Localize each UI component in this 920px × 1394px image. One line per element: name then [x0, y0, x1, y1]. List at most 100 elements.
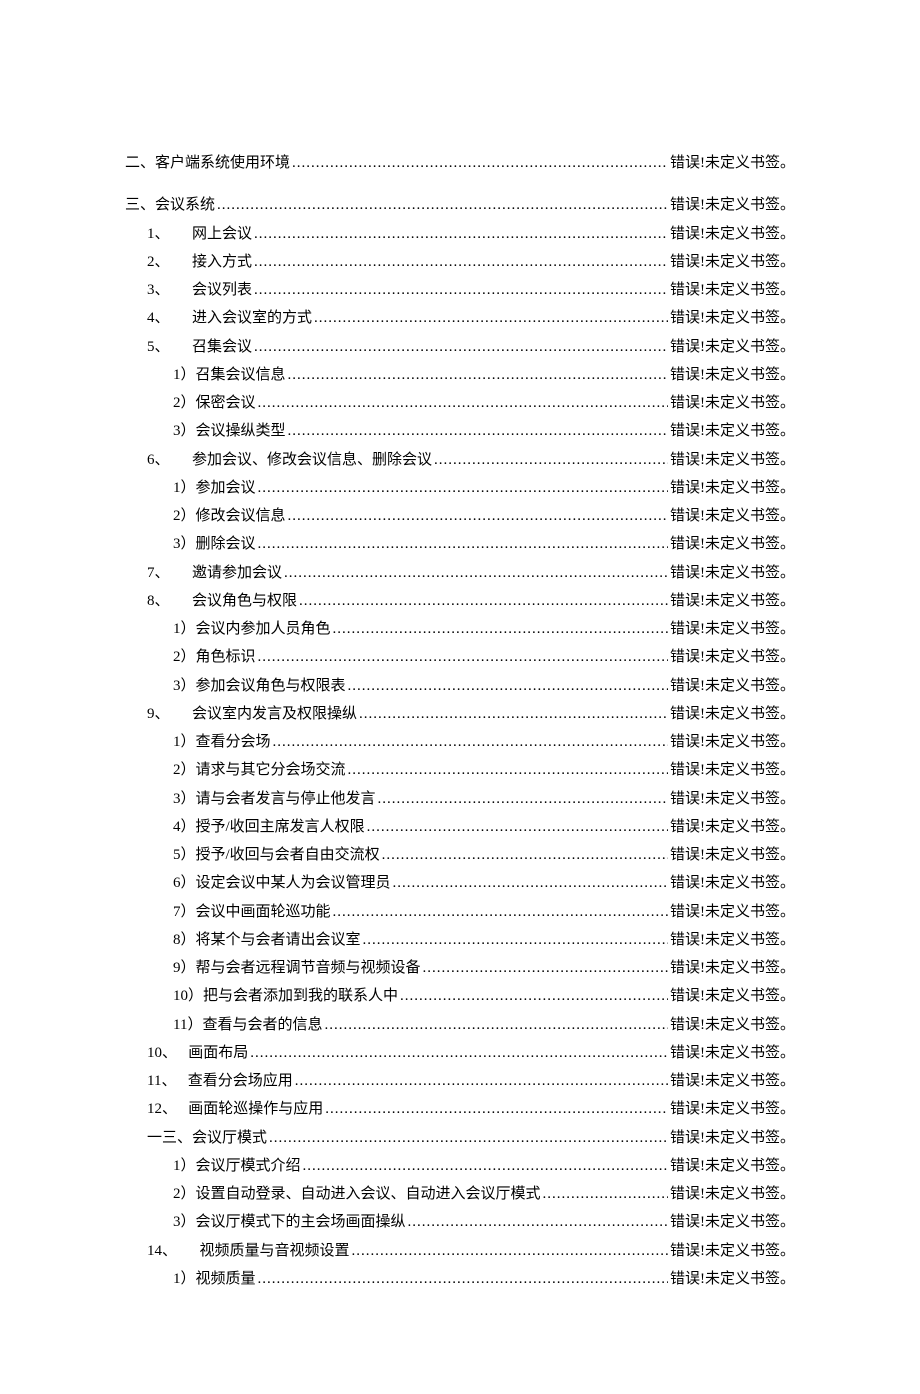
toc-page-ref: 错误!未定义书签。	[670, 701, 795, 727]
toc-row[interactable]: 6）设定会议中某人为会议管理员错误!未定义书签。	[125, 870, 795, 896]
toc-label: 5、 召集会议	[147, 334, 252, 360]
toc-label: 4）授予/收回主席发言人权限	[173, 814, 365, 840]
toc-label: 一三、会议厅模式	[147, 1125, 267, 1151]
toc-row[interactable]: 1）参加会议 错误!未定义书签。	[125, 475, 795, 501]
toc-label: 二、客户端系统使用环境	[125, 150, 290, 176]
toc-row[interactable]: 1）召集会议信息错误!未定义书签。	[125, 362, 795, 388]
toc-row[interactable]: 1、 网上会议 错误!未定义书签。	[125, 221, 795, 247]
toc-leader-dots	[258, 1266, 668, 1292]
toc-row[interactable]: 4、 进入会议室的方式 错误!未定义书签。	[125, 305, 795, 331]
toc-row[interactable]: 2）设置自动登录、自动进入会议、自动进入会议厅模式错误!未定义书签。	[125, 1181, 795, 1207]
toc-leader-dots	[258, 531, 668, 557]
toc-page-ref: 错误!未定义书签。	[670, 1153, 795, 1179]
toc-row[interactable]: 9）帮与会者远程调节音频与视频设备错误!未定义书签。	[125, 955, 795, 981]
toc-leader-dots	[363, 927, 668, 953]
toc-row[interactable]: 2、 接入方式 错误!未定义书签。	[125, 249, 795, 275]
toc-row[interactable]: 7）会议中画面轮巡功能错误!未定义书签。	[125, 899, 795, 925]
toc-row[interactable]: 1）查看分会场错误!未定义书签。	[125, 729, 795, 755]
toc-row[interactable]: 11、 查看分会场应用 错误!未定义书签。	[125, 1068, 795, 1094]
toc-row[interactable]: 3）请与会者发言与停止他发言错误!未定义书签。	[125, 786, 795, 812]
toc-leader-dots	[333, 899, 668, 925]
toc-row[interactable]: 3）参加会议角色与权限表错误!未定义书签。	[125, 673, 795, 699]
toc-row[interactable]: 9、 会议室内发言及权限操纵 错误!未定义书签。	[125, 701, 795, 727]
toc-leader-dots	[333, 616, 668, 642]
toc-page-ref: 错误!未定义书签。	[670, 644, 795, 670]
toc-leader-dots	[292, 150, 668, 176]
toc-leader-dots	[324, 1012, 668, 1038]
toc-label: 2）角色标识	[173, 644, 256, 670]
toc-label: 1）会议内参加人员角色	[173, 616, 331, 642]
toc-page-ref: 错误!未定义书签。	[670, 1125, 795, 1151]
toc-leader-dots	[382, 842, 668, 868]
toc-page-ref: 错误!未定义书签。	[670, 814, 795, 840]
toc-row[interactable]: 7、 邀请参加会议 错误!未定义书签。	[125, 560, 795, 586]
toc-row[interactable]: 11）查看与会者的信息错误!未定义书签。	[125, 1012, 795, 1038]
toc-row[interactable]: 14、 视频质量与音视频设置 错误!未定义书签。	[125, 1238, 795, 1264]
toc-leader-dots	[288, 362, 668, 388]
toc-leader-dots	[254, 221, 668, 247]
toc-label: 2）修改会议信息	[173, 503, 286, 529]
toc-leader-dots	[543, 1181, 668, 1207]
toc-row[interactable]: 10）把与会者添加到我的联系人中错误!未定义书签。	[125, 983, 795, 1009]
toc-page-ref: 错误!未定义书签。	[670, 616, 795, 642]
toc-row[interactable]: 3）会议厅模式下的主会场画面操纵错误!未定义书签。	[125, 1209, 795, 1235]
toc-label: 1）召集会议信息	[173, 362, 286, 388]
toc-row[interactable]: 10、 画面布局 错误!未定义书签。	[125, 1040, 795, 1066]
toc-page-ref: 错误!未定义书签。	[670, 729, 795, 755]
toc-leader-dots	[367, 814, 668, 840]
toc-label: 11）查看与会者的信息	[173, 1012, 322, 1038]
toc-row[interactable]: 4）授予/收回主席发言人权限 错误!未定义书签。	[125, 814, 795, 840]
toc-label: 7、 邀请参加会议	[147, 560, 282, 586]
toc-row[interactable]: 2）修改会议信息错误!未定义书签。	[125, 503, 795, 529]
toc-leader-dots	[250, 1040, 668, 1066]
toc-page-ref: 错误!未定义书签。	[670, 334, 795, 360]
toc-row[interactable]: 1）视频质量错误!未定义书签。	[125, 1266, 795, 1292]
toc-row[interactable]: 6、 参加会议、修改会议信息、删除会议 错误!未定义书签。	[125, 447, 795, 473]
toc-row[interactable]: 3）会议操纵类型错误!未定义书签。	[125, 418, 795, 444]
toc-leader-dots	[299, 588, 668, 614]
toc-row[interactable]: 5、 召集会议 错误!未定义书签。	[125, 334, 795, 360]
toc-row[interactable]: 2）请求与其它分会场交流错误!未定义书签。	[125, 757, 795, 783]
toc-page-ref: 错误!未定义书签。	[670, 150, 795, 176]
toc-row[interactable]: 3、 会议列表 错误!未定义书签。	[125, 277, 795, 303]
toc-page-ref: 错误!未定义书签。	[670, 588, 795, 614]
toc-row[interactable]: 1）会议内参加人员角色 错误!未定义书签。	[125, 616, 795, 642]
toc-page-ref: 错误!未定义书签。	[670, 1266, 795, 1292]
toc-page-ref: 错误!未定义书签。	[670, 475, 795, 501]
toc-row[interactable]: 12、 画面轮巡操作与应用 错误!未定义书签。	[125, 1096, 795, 1122]
toc-label: 11、 查看分会场应用	[147, 1068, 293, 1094]
toc-leader-dots	[303, 1153, 668, 1179]
toc-leader-dots	[217, 192, 668, 218]
toc-row[interactable]: 8、 会议角色与权限 错误!未定义书签。	[125, 588, 795, 614]
toc-label: 10、 画面布局	[147, 1040, 248, 1066]
toc-leader-dots	[378, 786, 668, 812]
toc-label: 2）保密会议	[173, 390, 256, 416]
toc-page-ref: 错误!未定义书签。	[670, 390, 795, 416]
toc-leader-dots	[400, 983, 668, 1009]
toc-row[interactable]: 8）将某个与会者请出会议室错误!未定义书签。	[125, 927, 795, 953]
toc-page-ref: 错误!未定义书签。	[670, 955, 795, 981]
toc-page-ref: 错误!未定义书签。	[670, 1040, 795, 1066]
toc-leader-dots	[254, 334, 668, 360]
toc-leader-dots	[434, 447, 668, 473]
toc-row[interactable]: 一三、会议厅模式 错误!未定义书签。	[125, 1125, 795, 1151]
toc-label: 3）会议厅模式下的主会场画面操纵	[173, 1209, 406, 1235]
toc-leader-dots	[423, 955, 668, 981]
toc-row[interactable]: 1）会议厅模式介绍错误!未定义书签。	[125, 1153, 795, 1179]
toc-row[interactable]: 2）保密会议 错误!未定义书签。	[125, 390, 795, 416]
toc-row[interactable]: 3）删除会议错误!未定义书签。	[125, 531, 795, 557]
toc-label: 2）设置自动登录、自动进入会议、自动进入会议厅模式	[173, 1181, 541, 1207]
toc-row[interactable]: 二、客户端系统使用环境 错误!未定义书签。	[125, 150, 795, 176]
toc-label: 1）参加会议	[173, 475, 256, 501]
toc-page-ref: 错误!未定义书签。	[670, 447, 795, 473]
toc-leader-dots	[288, 418, 668, 444]
toc-label: 三、会议系统	[125, 192, 215, 218]
toc-row[interactable]: 三、会议系统错误!未定义书签。	[125, 192, 795, 218]
toc-row[interactable]: 5）授予/收回与会者自由交流权错误!未定义书签。	[125, 842, 795, 868]
toc-leader-dots	[359, 701, 668, 727]
toc-label: 14、 视频质量与音视频设置	[147, 1238, 350, 1264]
toc-leader-dots	[258, 390, 668, 416]
toc-label: 6）设定会议中某人为会议管理员	[173, 870, 391, 896]
toc-label: 2、 接入方式	[147, 249, 252, 275]
toc-row[interactable]: 2）角色标识 错误!未定义书签。	[125, 644, 795, 670]
